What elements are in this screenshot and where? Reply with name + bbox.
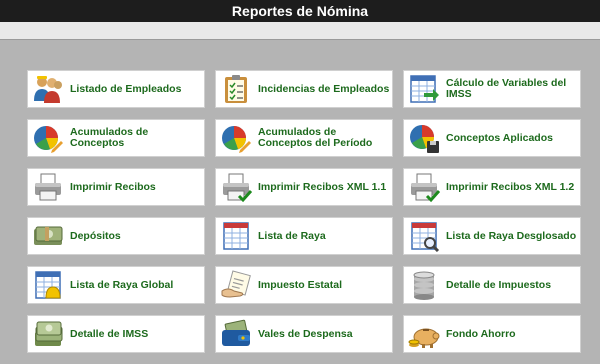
clipboard-checklist-icon	[225, 75, 247, 103]
report-label: Listado de Empleados	[70, 82, 182, 95]
report-label: Acumulados de Conceptos	[70, 126, 149, 149]
report-listado-empleados[interactable]: Listado de Empleados	[27, 70, 205, 108]
report-label: Depósitos	[70, 229, 121, 242]
report-label: Lista de Raya	[258, 229, 326, 242]
report-imprimir-recibos-xml-11[interactable]: Imprimir Recibos XML 1.1	[215, 168, 393, 206]
report-label: Impuesto Estatal	[258, 278, 343, 291]
report-detalle-impuestos[interactable]: Detalle de Impuestos	[403, 266, 581, 304]
report-vales-despensa[interactable]: Vales de Despensa	[215, 315, 393, 353]
pie-chart-pencil-icon	[34, 126, 63, 153]
calendar-sheet-icon	[223, 222, 249, 250]
printer-icon	[35, 173, 61, 201]
printer-check-icon	[411, 173, 440, 203]
report-imprimir-recibos[interactable]: Imprimir Recibos	[27, 168, 205, 206]
page-title: Reportes de Nómina	[0, 0, 600, 22]
report-label: Detalle de Impuestos	[446, 278, 552, 291]
report-depositos[interactable]: Depósitos	[27, 217, 205, 255]
wallet-money-icon	[222, 319, 250, 346]
report-label: Lista de Raya Desglosado	[446, 229, 577, 242]
report-conceptos-aplicados[interactable]: Conceptos Aplicados	[403, 119, 581, 157]
report-detalle-imss[interactable]: Detalle de IMSS	[27, 315, 205, 353]
report-acumulados-conceptos-periodo[interactable]: Acumulados de Conceptos del Período	[215, 119, 393, 157]
report-lista-raya[interactable]: Lista de Raya	[215, 217, 393, 255]
piggy-bank-coins-icon	[408, 328, 440, 348]
report-label: Lista de Raya Global	[70, 278, 174, 291]
report-label: Fondo Ahorro	[446, 327, 516, 340]
report-calculo-variables-imss[interactable]: Cálculo de Variables del IMSS	[403, 70, 581, 108]
report-label: Conceptos Aplicados	[446, 131, 553, 144]
report-impuesto-estatal[interactable]: Impuesto Estatal	[215, 266, 393, 304]
toolbar	[0, 22, 600, 40]
printer-check-icon	[223, 173, 252, 203]
report-imprimir-recibos-xml-12[interactable]: Imprimir Recibos XML 1.2	[403, 168, 581, 206]
coin-stack-icon	[413, 271, 435, 300]
report-incidencias-empleados[interactable]: Incidencias de Empleados	[215, 70, 393, 108]
report-label: Imprimir Recibos XML 1.1	[258, 180, 387, 193]
reports-grid: Listado de Empleados Incidencias de Empl…	[27, 70, 581, 353]
report-label: Incidencias de Empleados	[258, 82, 390, 95]
calendar-bell-icon	[35, 271, 61, 299]
spreadsheet-arrow-icon	[410, 75, 439, 103]
money-stack-icon	[35, 321, 63, 346]
pie-chart-pencil-icon	[222, 126, 251, 153]
report-lista-raya-global[interactable]: Lista de Raya Global	[27, 266, 205, 304]
pie-chart-disk-icon	[410, 125, 439, 153]
report-label: Imprimir Recibos XML 1.2	[446, 180, 575, 193]
employees-icon	[34, 76, 62, 103]
report-label: Vales de Despensa	[258, 327, 353, 340]
calendar-magnifier-icon	[411, 222, 440, 252]
report-fondo-ahorro[interactable]: Fondo Ahorro	[403, 315, 581, 353]
report-acumulados-conceptos[interactable]: Acumulados de Conceptos	[27, 119, 205, 157]
report-lista-raya-desglosado[interactable]: Lista de Raya Desglosado	[403, 217, 581, 255]
report-label: Detalle de IMSS	[70, 327, 149, 340]
money-bundle-icon	[34, 226, 63, 245]
report-label: Acumulados de Conceptos del Período	[258, 126, 373, 149]
hand-document-icon	[221, 270, 251, 298]
report-label: Cálculo de Variables del IMSS	[446, 77, 567, 100]
report-label: Imprimir Recibos	[70, 180, 156, 193]
